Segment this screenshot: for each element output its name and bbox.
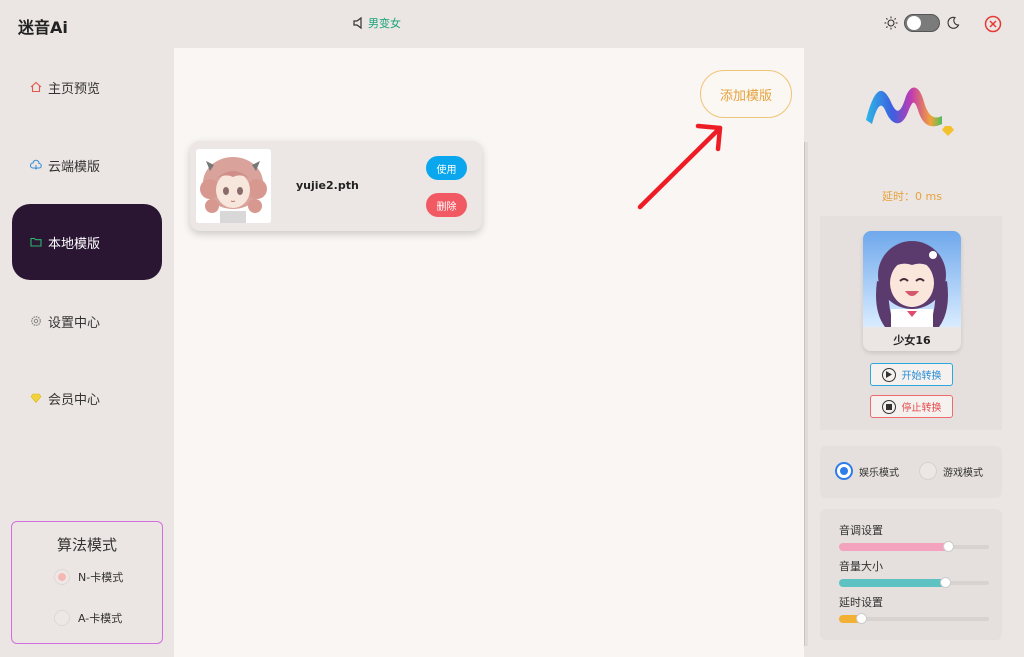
sidebar-item-home[interactable]: 主页预览 xyxy=(12,49,162,125)
volume-slider[interactable] xyxy=(839,577,989,588)
gear-icon xyxy=(31,316,41,326)
pitch-slider[interactable] xyxy=(839,541,989,552)
anime-girl-image xyxy=(196,149,271,223)
sidebar-item-label: 会员中心 xyxy=(48,392,101,408)
algo-mode-panel: 算法模式 N-卡模式 A-卡模式 xyxy=(11,521,163,644)
stop-icon xyxy=(881,399,896,414)
template-card[interactable]: yujie2.pth 使用 删除 xyxy=(190,141,482,231)
template-name: yujie2.pth xyxy=(296,179,359,192)
sidebar-item-label: 主页预览 xyxy=(48,81,101,97)
app-title: 迷音Ai xyxy=(18,18,68,37)
use-button[interactable]: 使用 xyxy=(426,156,467,180)
slider-panel: 音调设置 音量大小 延时设置 xyxy=(820,509,1002,640)
main-scrollbar[interactable] xyxy=(804,142,808,646)
theme-switch[interactable] xyxy=(884,14,960,32)
main-content: 添加模版 yujie2.pth 使用 删除 xyxy=(174,48,804,657)
mode-option-entertainment[interactable]: 娱乐模式 xyxy=(835,462,899,480)
sidebar: 主页预览 云端模版 本地模版 设置中心 会员中心 算法模式 N-卡模式 A-卡模… xyxy=(0,48,174,657)
algo-option-a[interactable]: A-卡模式 xyxy=(54,610,122,626)
voice-avatar-card[interactable]: 少女16 xyxy=(863,231,961,351)
app-logo xyxy=(866,87,954,136)
sidebar-item-vip[interactable]: 会员中心 xyxy=(12,360,162,436)
delay-thumb[interactable] xyxy=(855,613,867,624)
cloud-icon xyxy=(30,159,42,170)
algo-title: 算法模式 xyxy=(56,536,117,554)
sidebar-item-cloud[interactable]: 云端模版 xyxy=(12,127,162,203)
play-icon xyxy=(881,367,896,382)
diamond-icon xyxy=(30,393,42,403)
moon-icon xyxy=(947,16,960,29)
stop-convert-label: 停止转换 xyxy=(901,403,942,414)
algo-option-n[interactable]: N-卡模式 xyxy=(54,569,123,585)
volume-fill xyxy=(839,579,946,587)
start-convert-button[interactable]: 开始转换 xyxy=(870,363,953,386)
volume-label: 音量大小 xyxy=(839,560,883,573)
theme-toggle[interactable] xyxy=(904,14,940,32)
radio-a[interactable] xyxy=(54,610,70,626)
sidebar-item-label: 本地模版 xyxy=(48,236,101,252)
voice-mode[interactable]: 男变女 xyxy=(352,15,401,31)
radio-n[interactable] xyxy=(54,569,70,585)
pitch-thumb[interactable] xyxy=(942,541,954,552)
right-panel: 延时：0 ms 少女16 开始转换 停止转换 娱乐模式 游戏模式 音调设置 音量… xyxy=(810,56,1014,646)
template-thumbnail xyxy=(196,149,271,223)
radio-game[interactable] xyxy=(919,462,937,480)
start-convert-label: 开始转换 xyxy=(901,371,942,382)
latency-readout: 延时：0 ms xyxy=(882,190,942,203)
speaker-icon xyxy=(353,16,362,30)
close-icon[interactable] xyxy=(984,15,1002,33)
red-arrow-annotation xyxy=(637,123,723,210)
mode-option-label: 娱乐模式 xyxy=(859,467,899,479)
mode-option-label: 游戏模式 xyxy=(943,467,983,479)
mode-panel: 娱乐模式 游戏模式 xyxy=(820,446,1002,498)
volume-thumb[interactable] xyxy=(939,577,951,588)
algo-option-label: A-卡模式 xyxy=(78,612,123,625)
algo-option-label: N-卡模式 xyxy=(78,571,124,584)
voice-mode-label: 男变女 xyxy=(368,17,401,30)
pitch-label: 音调设置 xyxy=(839,524,883,537)
delete-button[interactable]: 删除 xyxy=(426,193,467,217)
sun-icon xyxy=(884,16,898,30)
delay-slider[interactable] xyxy=(839,613,989,624)
title-bar: 迷音Ai 男变女 xyxy=(0,0,1024,48)
sidebar-item-settings[interactable]: 设置中心 xyxy=(12,283,162,359)
stop-convert-button[interactable]: 停止转换 xyxy=(870,395,953,418)
sidebar-item-label: 云端模版 xyxy=(48,159,101,175)
avatar-image xyxy=(863,231,961,327)
avatar-name: 少女16 xyxy=(893,334,931,347)
toggle-knob xyxy=(907,16,921,30)
delay-label: 延时设置 xyxy=(839,596,883,609)
add-template-button[interactable]: 添加模版 xyxy=(700,70,792,118)
mode-option-game[interactable]: 游戏模式 xyxy=(919,462,983,480)
sidebar-item-label: 设置中心 xyxy=(48,315,101,331)
sidebar-item-local[interactable]: 本地模版 xyxy=(12,204,162,280)
pitch-fill xyxy=(839,543,949,551)
avatar-panel: 少女16 开始转换 停止转换 xyxy=(820,216,1002,430)
home-icon xyxy=(30,81,42,93)
folder-icon xyxy=(30,237,42,247)
radio-entertainment[interactable] xyxy=(835,462,853,480)
